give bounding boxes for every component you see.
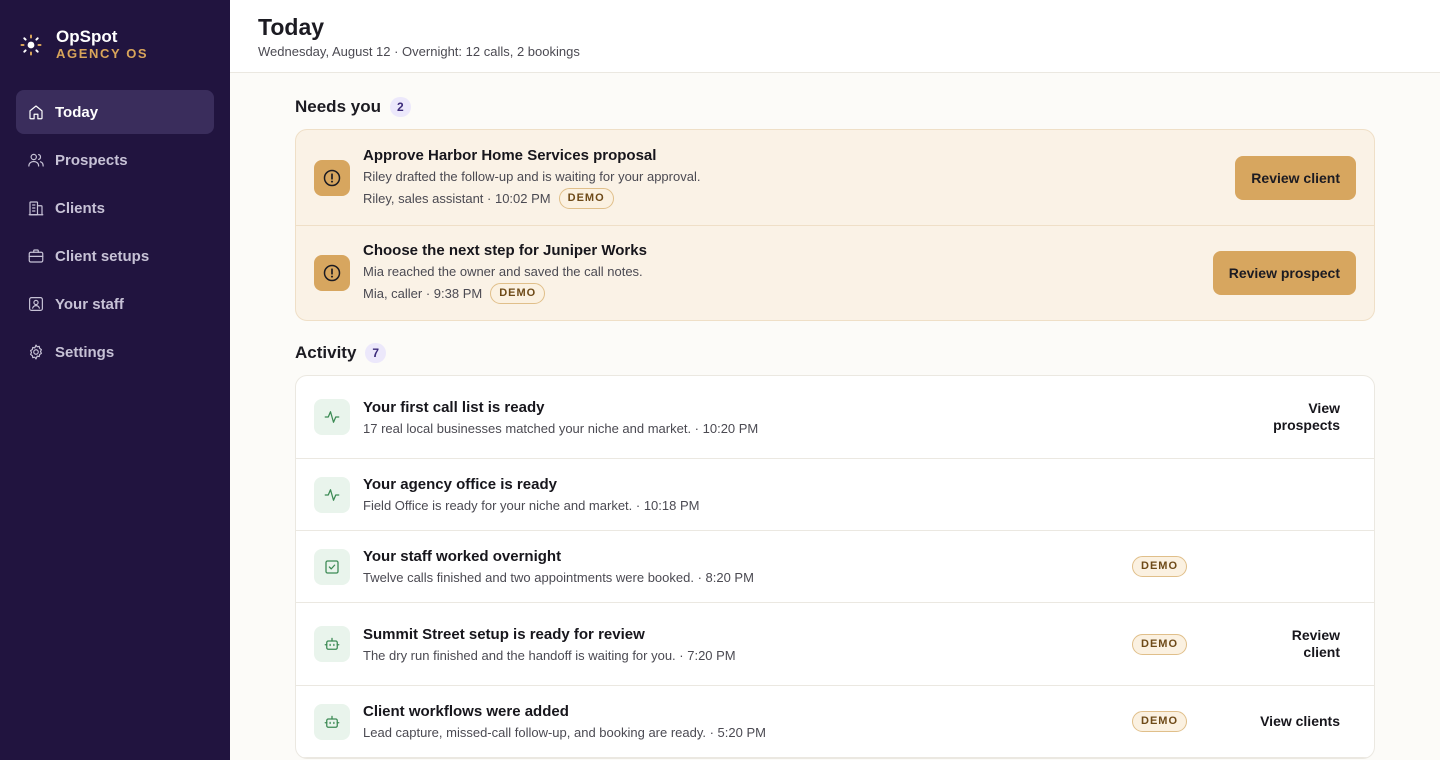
activity-item-title: Summit Street setup is ready for review xyxy=(363,625,645,643)
activity-item-desc: Lead capture, missed-call follow-up, and… xyxy=(363,725,766,740)
needs-item-meta-text: Mia, caller · 9:38 PM xyxy=(363,286,483,301)
activity-item-title: Your first call list is ready xyxy=(363,398,545,416)
activity-item-title: Client workflows were added xyxy=(363,703,569,720)
view-clients-link[interactable]: View clients xyxy=(1222,713,1340,730)
needs-item-meta-text: Riley, sales assistant · 10:02 PM xyxy=(363,190,551,206)
sidebar-item-label: Client setups xyxy=(55,247,150,265)
view-prospects-link[interactable]: View prospects xyxy=(1222,400,1340,434)
activity-item: Your first call list is ready 17 real lo… xyxy=(296,376,1374,459)
page-subtitle: Wednesday, August 12 · Overnight: 12 cal… xyxy=(258,44,580,59)
review-client-button[interactable]: Review client xyxy=(1235,155,1356,200)
needs-count-badge: 2 xyxy=(389,97,411,117)
activity-item-body: Your staff worked overnight Twelve calls… xyxy=(363,548,1132,585)
activity-item-desc: The dry run finished and the handoff is … xyxy=(363,647,736,663)
sidebar-item-label: Your staff xyxy=(55,295,124,313)
briefcase-icon xyxy=(27,247,45,265)
needs-you-header: Needs you 2 xyxy=(295,97,1375,117)
alert-icon xyxy=(314,255,350,291)
action-line-1: Review xyxy=(1291,627,1340,643)
sidebar-item-label: Settings xyxy=(55,343,115,361)
building-icon xyxy=(27,199,45,217)
activity-item-title: Your agency office is ready xyxy=(363,476,557,493)
activity-item-desc: Field Office is ready for your niche and… xyxy=(363,498,700,513)
demo-badge: DEMO xyxy=(1132,633,1187,655)
sidebar-item-today[interactable]: Today xyxy=(16,90,214,134)
review-client-link[interactable]: Review client xyxy=(1222,627,1340,661)
sidebar-item-prospects[interactable]: Prospects xyxy=(16,138,214,182)
sidebar-item-label: Today xyxy=(55,103,99,121)
activity-item: Client workflows were added Lead capture… xyxy=(296,686,1374,758)
activity-icon xyxy=(314,476,350,513)
gear-icon xyxy=(27,343,45,361)
needs-item-meta: Mia, caller · 9:38 PM DEMO xyxy=(363,283,1213,304)
brand[interactable]: OpSpot AGENCY OS xyxy=(16,0,214,90)
needs-item-meta: Riley, sales assistant · 10:02 PM DEMO xyxy=(363,187,1235,209)
activity-item: Your agency office is ready Field Office… xyxy=(296,459,1374,531)
review-prospect-button[interactable]: Review prospect xyxy=(1212,251,1356,295)
badge-slot: DEMO xyxy=(1132,556,1222,577)
action-line-1: View xyxy=(1308,400,1340,416)
activity-item-body: Summit Street setup is ready for review … xyxy=(363,626,1132,663)
section-title: Needs you xyxy=(295,97,381,116)
content-area: Needs you 2 Approve Harbor Home Services… xyxy=(230,73,1440,759)
sidebar-nav: Today Prospects Clients Client setups Yo… xyxy=(16,90,214,374)
sun-logo-icon xyxy=(20,34,42,56)
home-icon xyxy=(27,103,45,121)
brand-name: OpSpot xyxy=(56,27,118,46)
needs-item-title: Choose the next step for Juniper Works xyxy=(363,242,647,259)
main-panel: Today Wednesday, August 12 · Overnight: … xyxy=(230,0,1440,760)
needs-item: Approve Harbor Home Services proposal Ri… xyxy=(296,130,1374,225)
sidebar-item-clients[interactable]: Clients xyxy=(16,186,214,230)
action-line-1: View clients xyxy=(1260,713,1340,729)
needs-item: Choose the next step for Juniper Works M… xyxy=(296,225,1374,320)
staff-icon xyxy=(27,295,45,313)
alert-icon xyxy=(314,159,350,196)
needs-item-desc: Riley drafted the follow-up and is waiti… xyxy=(363,168,701,184)
app-root: OpSpot AGENCY OS Today Prospects Clients… xyxy=(0,0,1440,760)
top-header: Today Wednesday, August 12 · Overnight: … xyxy=(230,0,1440,73)
users-icon xyxy=(27,151,45,169)
demo-badge: DEMO xyxy=(1132,556,1187,577)
checkbox-icon xyxy=(314,548,350,585)
brand-subtitle: AGENCY OS xyxy=(56,46,149,61)
activity-item: Summit Street setup is ready for review … xyxy=(296,603,1374,686)
sidebar-item-label: Clients xyxy=(55,199,106,217)
activity-item-desc: 17 real local businesses matched your ni… xyxy=(363,420,759,436)
demo-badge: DEMO xyxy=(490,283,546,304)
robot-icon xyxy=(314,703,350,740)
demo-badge: DEMO xyxy=(1132,711,1187,732)
sidebar: OpSpot AGENCY OS Today Prospects Clients… xyxy=(0,0,230,760)
page-title: Today xyxy=(258,14,325,40)
section-title: Activity xyxy=(295,343,357,362)
demo-badge: DEMO xyxy=(558,187,614,209)
activity-item-title: Your staff worked overnight xyxy=(363,548,562,565)
activity-header: Activity 7 xyxy=(295,343,1375,363)
action-line-2: client xyxy=(1303,644,1340,660)
action-line-2: prospects xyxy=(1273,417,1340,433)
activity-count-badge: 7 xyxy=(365,343,387,363)
needs-item-desc: Mia reached the owner and saved the call… xyxy=(363,264,643,279)
activity-item: Your staff worked overnight Twelve calls… xyxy=(296,531,1374,603)
sidebar-item-your-staff[interactable]: Your staff xyxy=(16,282,214,326)
badge-slot: DEMO xyxy=(1132,633,1222,655)
activity-item-desc: Twelve calls finished and two appointmen… xyxy=(363,570,754,585)
robot-icon xyxy=(314,626,350,662)
activity-item-body: Your agency office is ready Field Office… xyxy=(363,476,1132,513)
activity-item-body: Your first call list is ready 17 real lo… xyxy=(363,399,1132,436)
needs-item-body: Approve Harbor Home Services proposal Ri… xyxy=(363,147,1235,209)
sidebar-item-client-setups[interactable]: Client setups xyxy=(16,234,214,278)
needs-you-card: Approve Harbor Home Services proposal Ri… xyxy=(295,129,1375,321)
sidebar-item-settings[interactable]: Settings xyxy=(16,330,214,374)
activity-item-body: Client workflows were added Lead capture… xyxy=(363,703,1132,740)
needs-item-title: Approve Harbor Home Services proposal xyxy=(363,146,657,164)
badge-slot: DEMO xyxy=(1132,711,1222,732)
sidebar-item-label: Prospects xyxy=(55,151,128,169)
activity-card: Your first call list is ready 17 real lo… xyxy=(295,375,1375,759)
needs-item-body: Choose the next step for Juniper Works M… xyxy=(363,242,1213,304)
activity-icon xyxy=(314,399,350,435)
